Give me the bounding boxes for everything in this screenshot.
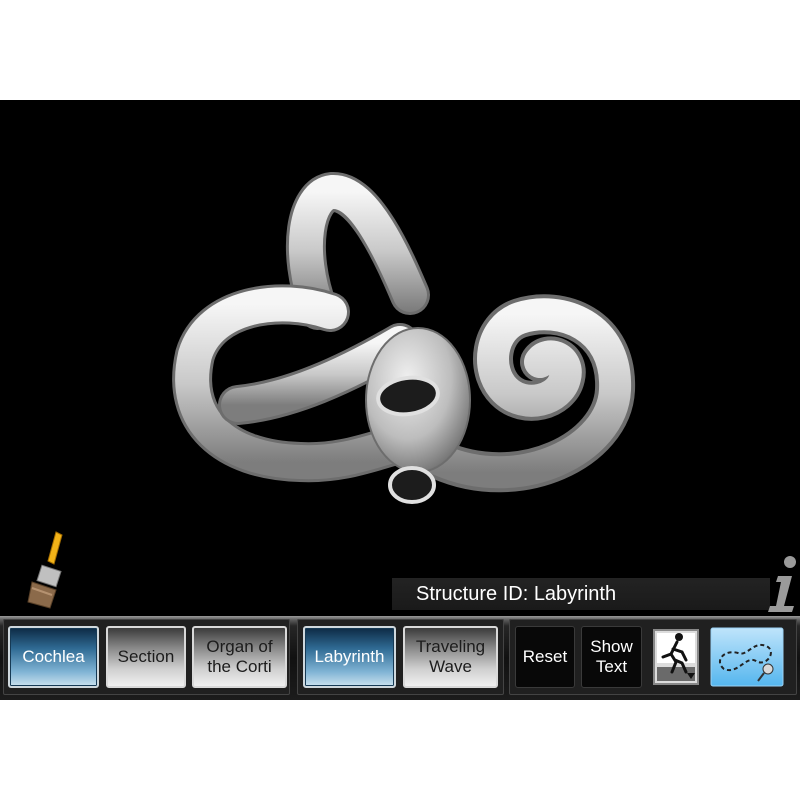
organ-of-the-corti-button[interactable]: Organ of the Corti — [192, 626, 287, 688]
exit-runner-icon — [653, 629, 699, 685]
exit-runner-button[interactable] — [650, 626, 702, 688]
viewer-canvas[interactable]: Structure ID: Labyrinth — [0, 100, 800, 616]
tools-group: Reset Show Text — [509, 619, 797, 695]
bottom-toolbar: Cochlea Section Organ of the Corti Labyr… — [0, 616, 800, 700]
view-group-1: Cochlea Section Organ of the Corti — [3, 619, 290, 695]
section-button[interactable]: Section — [106, 626, 186, 688]
paint-brush-icon[interactable] — [26, 530, 72, 610]
reset-button[interactable]: Reset — [515, 626, 575, 688]
cochlea-button[interactable]: Cochlea — [8, 626, 99, 688]
traveling-wave-button[interactable]: Traveling Wave — [403, 626, 498, 688]
draw-path-button[interactable] — [710, 626, 784, 688]
info-icon[interactable] — [762, 552, 800, 614]
structure-id-label: Structure ID: Labyrinth — [416, 583, 617, 605]
show-text-button[interactable]: Show Text — [581, 626, 642, 688]
draw-path-icon — [710, 627, 784, 687]
structure-id-bar: Structure ID: Labyrinth — [392, 578, 770, 610]
view-group-2: Labyrinth Traveling Wave — [297, 619, 504, 695]
labyrinth-3d-model[interactable] — [0, 100, 800, 616]
labyrinth-button[interactable]: Labyrinth — [303, 626, 396, 688]
